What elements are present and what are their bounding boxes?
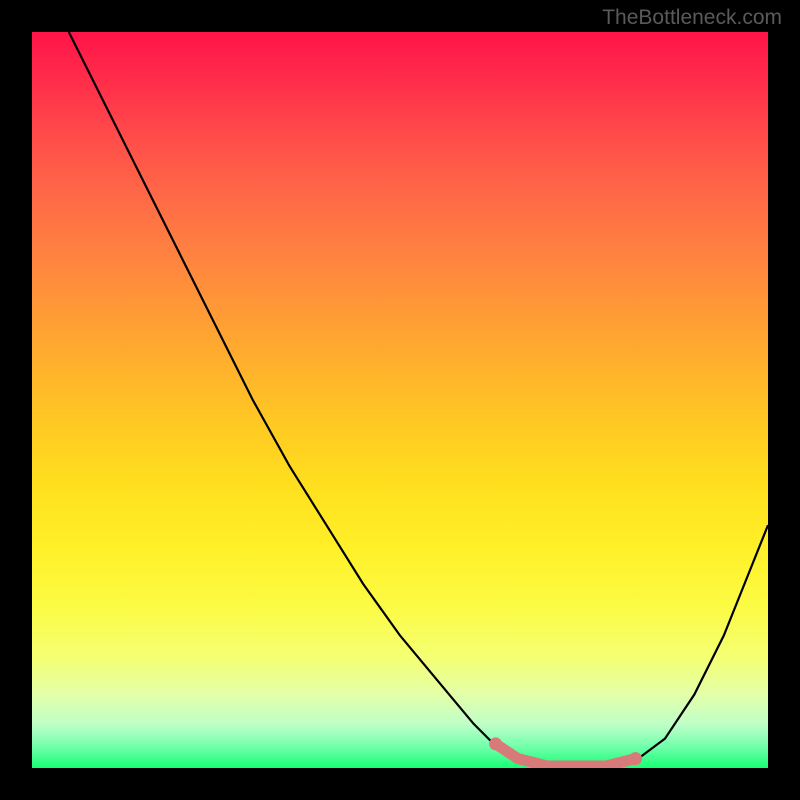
highlight-end-dot (629, 752, 642, 765)
highlight-start-dot (489, 737, 502, 750)
bottleneck-curve (69, 32, 768, 768)
watermark-text: TheBottleneck.com (602, 6, 782, 30)
chart-svg (32, 32, 768, 768)
optimal-highlight (496, 744, 636, 766)
plot-area (32, 32, 768, 768)
